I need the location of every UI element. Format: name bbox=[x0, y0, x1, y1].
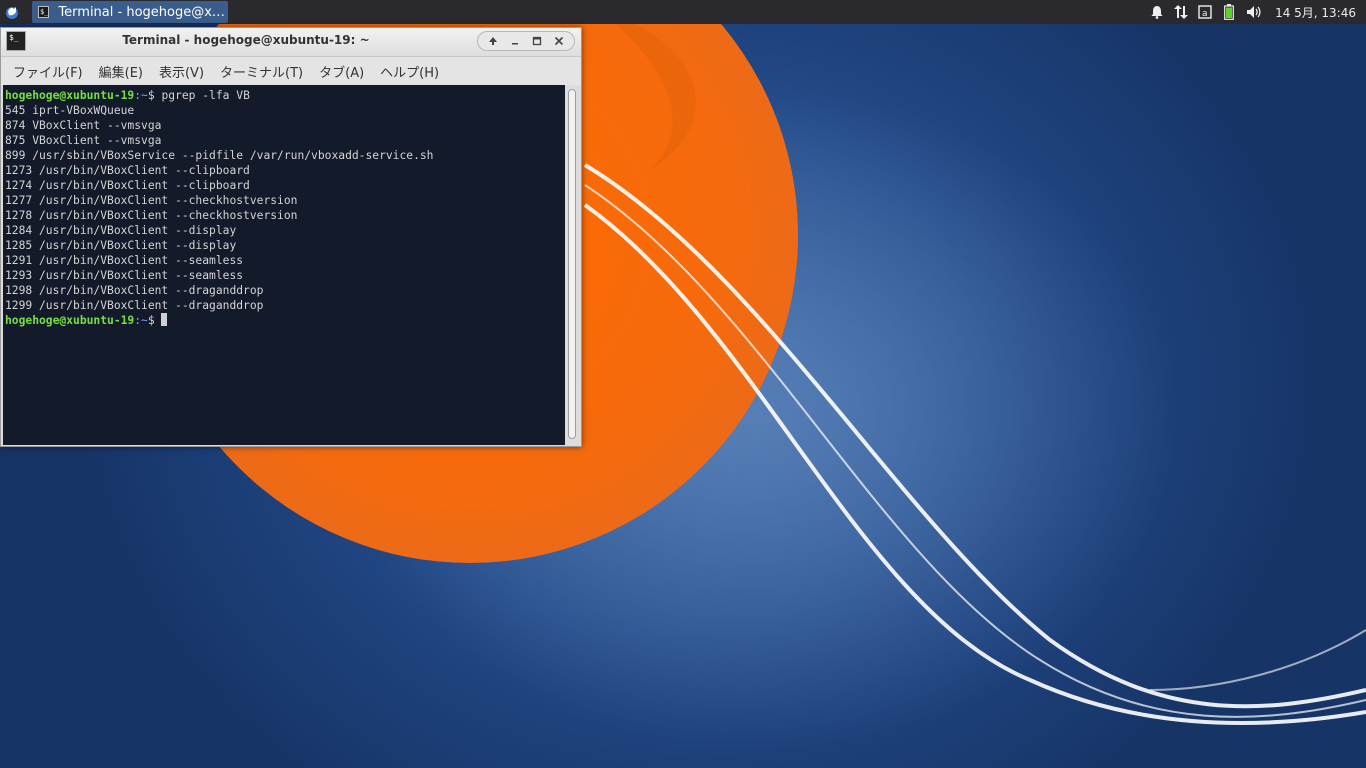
whisker-menu-button[interactable] bbox=[0, 0, 24, 24]
terminal-line: 874 VBoxClient --vmsvga bbox=[5, 119, 162, 132]
terminal-line: 1291 /usr/bin/VBoxClient --seamless bbox=[5, 254, 244, 267]
prompt-symbol: $ bbox=[147, 89, 162, 102]
terminal-line: 545 iprt-VBoxWQueue bbox=[5, 104, 135, 117]
terminal-line: 1298 /usr/bin/VBoxClient --draganddrop bbox=[5, 284, 264, 297]
close-icon bbox=[554, 36, 564, 46]
maximize-icon bbox=[532, 36, 542, 46]
text-cursor bbox=[161, 313, 168, 326]
taskbar-terminal-label: Terminal - hogehoge@x… bbox=[58, 4, 225, 20]
terminal-window: $_ Terminal - hogehoge@xubuntu-19: ~ ファイ… bbox=[0, 27, 582, 447]
menu-terminal[interactable]: ターミナル(T) bbox=[214, 62, 313, 81]
terminal-output-area[interactable]: hogehoge@xubuntu-19:~$ pgrep -lfa VB 545 … bbox=[3, 85, 565, 445]
system-tray: a 14 5月, 13:46 bbox=[1149, 0, 1366, 24]
svg-text:a: a bbox=[1202, 9, 1208, 19]
command-text: pgrep -lfa VB bbox=[161, 89, 250, 102]
prompt-path: :~ bbox=[134, 314, 148, 327]
menu-help[interactable]: ヘルプ(H) bbox=[374, 62, 449, 81]
prompt-symbol: $ bbox=[147, 314, 162, 327]
terminal-prompt-line: hogehoge@xubuntu-19:~$ bbox=[5, 313, 565, 328]
terminal-line: 899 /usr/sbin/VBoxService --pidfile /var… bbox=[5, 149, 434, 162]
terminal-line: 1284 /usr/bin/VBoxClient --display bbox=[5, 224, 237, 237]
window-maximize-button[interactable] bbox=[526, 32, 548, 50]
terminal-line: 1274 /usr/bin/VBoxClient --clipboard bbox=[5, 179, 250, 192]
menu-bar: ファイル(F) 編集(E) 表示(V) ターミナル(T) タブ(A) ヘルプ(H… bbox=[1, 57, 581, 85]
terminal-command-line: hogehoge@xubuntu-19:~$ pgrep -lfa VB bbox=[5, 88, 565, 103]
taskbar-terminal-button[interactable]: $_ Terminal - hogehoge@x… bbox=[32, 1, 228, 23]
window-minimize-button[interactable] bbox=[504, 32, 526, 50]
menu-tabs[interactable]: タブ(A) bbox=[313, 62, 374, 81]
menu-view[interactable]: 表示(V) bbox=[153, 62, 214, 81]
window-controls bbox=[477, 31, 575, 51]
terminal-line: 1299 /usr/bin/VBoxClient --draganddrop bbox=[5, 299, 264, 312]
window-close-button[interactable] bbox=[548, 32, 570, 50]
prompt-user: hogehoge@xubuntu-19 bbox=[5, 314, 135, 327]
panel-clock[interactable]: 14 5月, 13:46 bbox=[1275, 4, 1356, 21]
top-panel: $_ Terminal - hogehoge@x… a 14 5月, 13:46 bbox=[0, 0, 1366, 24]
notification-icon[interactable] bbox=[1149, 4, 1165, 20]
volume-icon[interactable] bbox=[1245, 4, 1261, 20]
terminal-line: 1278 /usr/bin/VBoxClient --checkhostvers… bbox=[5, 209, 298, 222]
menu-file[interactable]: ファイル(F) bbox=[7, 62, 93, 81]
menu-edit[interactable]: 編集(E) bbox=[93, 62, 153, 81]
network-icon[interactable] bbox=[1173, 4, 1189, 20]
prompt-path: :~ bbox=[134, 89, 148, 102]
terminal-scrollbar[interactable] bbox=[565, 85, 579, 445]
xfce-logo-icon bbox=[6, 7, 18, 19]
scrollbar-thumb[interactable] bbox=[568, 89, 576, 439]
minimize-icon bbox=[512, 43, 518, 45]
keyboard-layout-icon[interactable]: a bbox=[1197, 4, 1213, 20]
window-titlebar[interactable]: $_ Terminal - hogehoge@xubuntu-19: ~ bbox=[1, 28, 581, 57]
arrow-up-icon bbox=[489, 37, 497, 45]
terminal-icon: $_ bbox=[38, 6, 50, 18]
battery-icon[interactable] bbox=[1221, 4, 1237, 20]
window-title: Terminal - hogehoge@xubuntu-19: ~ bbox=[122, 33, 370, 47]
terminal-line: 875 VBoxClient --vmsvga bbox=[5, 134, 162, 147]
terminal-line: 1273 /usr/bin/VBoxClient --clipboard bbox=[5, 164, 250, 177]
window-shade-button[interactable] bbox=[482, 32, 504, 50]
prompt-user: hogehoge@xubuntu-19 bbox=[5, 89, 135, 102]
terminal-line: 1285 /usr/bin/VBoxClient --display bbox=[5, 239, 237, 252]
terminal-line: 1293 /usr/bin/VBoxClient --seamless bbox=[5, 269, 244, 282]
terminal-line: 1277 /usr/bin/VBoxClient --checkhostvers… bbox=[5, 194, 298, 207]
